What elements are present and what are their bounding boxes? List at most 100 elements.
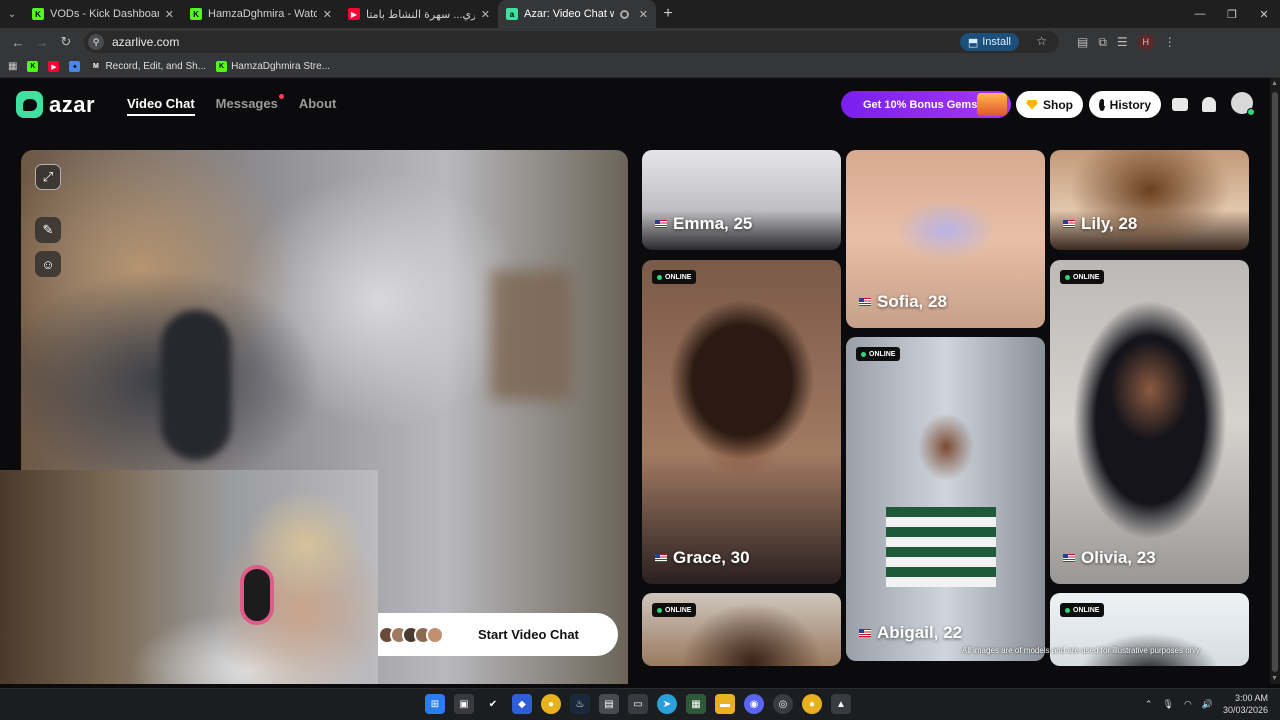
- reload-button[interactable]: ↻: [54, 30, 78, 54]
- wifi-icon[interactable]: ◠: [1184, 699, 1192, 710]
- bookmark-youtube[interactable]: ▶: [48, 61, 60, 72]
- close-tab-icon[interactable]: ✕: [165, 8, 174, 21]
- close-tab-icon[interactable]: ✕: [323, 8, 332, 21]
- inbox-icon[interactable]: [1170, 94, 1190, 114]
- app-icon[interactable]: ◆: [512, 694, 532, 714]
- back-button[interactable]: ←: [6, 30, 30, 54]
- profile-card[interactable]: ONLINE: [1050, 593, 1249, 666]
- azar-logo[interactable]: azar: [16, 91, 95, 118]
- close-tab-icon[interactable]: ✕: [639, 8, 648, 21]
- page-scrollbar[interactable]: ▲ ▼: [1270, 78, 1280, 684]
- profile-card[interactable]: Lily, 28: [1050, 150, 1249, 250]
- bookmark-star-icon[interactable]: ☆: [1036, 34, 1047, 48]
- profile-card[interactable]: ONLINE Grace, 30: [642, 260, 841, 584]
- extensions-puzzle-icon[interactable]: ⧉: [1098, 35, 1107, 50]
- install-app-button[interactable]: ⬒ Install: [959, 33, 1019, 51]
- url-bar[interactable]: ⚲ azarlive.com ⬒ Install ☆: [84, 31, 1059, 53]
- browser-tab-4[interactable]: a Azar: Video Chat with New ✕: [498, 0, 656, 28]
- clock-icon: [1099, 98, 1106, 111]
- profile-name: Abigail, 22: [859, 623, 962, 643]
- bonus-gems-promo-button[interactable]: Get 10% Bonus Gems: [841, 91, 1011, 118]
- us-flag-icon: [859, 298, 871, 306]
- bell-icon[interactable]: [1199, 94, 1219, 114]
- discord-icon[interactable]: ◉: [744, 694, 764, 714]
- bookmark-loom[interactable]: M Record, Edit, and Sh...: [90, 61, 206, 72]
- new-tab-button[interactable]: +: [656, 5, 680, 23]
- telegram-icon[interactable]: ➤: [657, 694, 677, 714]
- profile-card[interactable]: Sofia, 28: [846, 150, 1045, 328]
- close-window-button[interactable]: ✕: [1248, 0, 1280, 28]
- gem-icon: [1026, 99, 1038, 110]
- scrollbar-thumb[interactable]: [1272, 92, 1278, 672]
- profile-name: Lily, 28: [1063, 214, 1137, 234]
- profile-card[interactable]: ONLINE Abigail, 22: [846, 337, 1045, 661]
- app-icon[interactable]: ▲: [831, 694, 851, 714]
- nav-about[interactable]: About: [299, 96, 337, 116]
- online-dot-icon: [861, 351, 866, 357]
- app-icon[interactable]: ▦: [686, 694, 706, 714]
- profile-avatar[interactable]: H: [1137, 34, 1154, 50]
- steam-icon[interactable]: ♨: [570, 694, 590, 714]
- bookmark-kick-stream[interactable]: K HamzaDghmira Stre...: [216, 61, 330, 72]
- apps-grid-icon[interactable]: ▦: [8, 61, 17, 72]
- clock[interactable]: 3:00 AM 30/03/2026: [1223, 692, 1268, 716]
- face-filter-icon[interactable]: ☺: [35, 251, 61, 277]
- us-flag-icon: [859, 629, 871, 637]
- profile-card[interactable]: ONLINE: [642, 593, 841, 666]
- profile-name-text: Sofia, 28: [877, 292, 947, 311]
- chevron-up-icon[interactable]: ⌃: [1145, 699, 1153, 710]
- profile-card[interactable]: ONLINE Olivia, 23: [1050, 260, 1249, 584]
- browser-tab-2[interactable]: K HamzaDghmira - Watch the VO ✕: [182, 0, 340, 28]
- speaker-icon[interactable]: 🔊: [1202, 699, 1213, 710]
- minimize-button[interactable]: —: [1184, 0, 1216, 28]
- site-info-icon[interactable]: ⚲: [88, 34, 104, 50]
- tab-search-button[interactable]: ⌄: [0, 0, 24, 28]
- scroll-up-icon[interactable]: ▲: [1271, 80, 1278, 87]
- bookmark-kick[interactable]: K: [27, 61, 39, 72]
- background-blur: [161, 310, 231, 460]
- kick-icon: K: [32, 8, 44, 20]
- online-dot-icon: [657, 607, 662, 613]
- online-label: ONLINE: [665, 273, 692, 281]
- online-badge: ONLINE: [856, 347, 901, 361]
- us-flag-icon: [1063, 554, 1075, 562]
- profile-name: Emma, 25: [655, 214, 752, 234]
- checkmark-app-icon[interactable]: ✔: [483, 694, 503, 714]
- forward-button[interactable]: →: [30, 30, 54, 54]
- chrome-icon[interactable]: ●: [541, 694, 561, 714]
- app-icon[interactable]: ◎: [773, 694, 793, 714]
- profile-card[interactable]: Emma, 25: [642, 150, 841, 250]
- task-view-icon[interactable]: ▣: [454, 694, 474, 714]
- start-video-chat-button[interactable]: Start Video Chat: [378, 613, 618, 656]
- profile-name-text: Olivia, 23: [1081, 548, 1156, 567]
- bookmark-extension[interactable]: ✦: [69, 61, 81, 72]
- file-explorer-icon[interactable]: ▬: [715, 694, 735, 714]
- nav-video-chat[interactable]: Video Chat: [127, 96, 195, 116]
- nav-messages[interactable]: Messages: [216, 94, 284, 116]
- maximize-button[interactable]: ❐: [1216, 0, 1248, 28]
- browser-tab-strip: ⌄ K VODs - Kick Dashboard ✕ K HamzaDghmi…: [0, 0, 1280, 28]
- store-icon[interactable]: ▤: [599, 694, 619, 714]
- headset-shape: [240, 565, 274, 625]
- user-avatar[interactable]: [1231, 92, 1255, 116]
- scroll-down-icon[interactable]: ▼: [1271, 675, 1278, 682]
- reading-list-icon[interactable]: ☰: [1117, 35, 1128, 49]
- magic-wand-icon[interactable]: ✎: [35, 217, 61, 243]
- tab-title: HamzaDghmira - Watch the VO: [208, 8, 317, 20]
- close-tab-icon[interactable]: ✕: [481, 8, 490, 21]
- extension-icon[interactable]: ▤: [1077, 35, 1088, 49]
- microphone-icon[interactable]: 🎙: [1162, 699, 1173, 710]
- expand-icon[interactable]: ⤢: [35, 164, 61, 190]
- chrome-icon[interactable]: ●: [802, 694, 822, 714]
- windows-start-icon[interactable]: ⊞: [425, 694, 445, 714]
- online-label: ONLINE: [869, 350, 896, 358]
- browser-tab-3[interactable]: ▶ والجداري... سهرة النشاط بامتا ✕: [340, 0, 498, 28]
- shop-button[interactable]: Shop: [1016, 91, 1083, 118]
- terminal-icon[interactable]: ▭: [628, 694, 648, 714]
- kick-icon: K: [190, 8, 202, 20]
- kick-icon: K: [216, 61, 228, 72]
- online-badge: ONLINE: [652, 270, 697, 284]
- browser-menu-icon[interactable]: ⋮: [1164, 35, 1176, 49]
- browser-tab-1[interactable]: K VODs - Kick Dashboard ✕: [24, 0, 182, 28]
- history-button[interactable]: History: [1089, 91, 1161, 118]
